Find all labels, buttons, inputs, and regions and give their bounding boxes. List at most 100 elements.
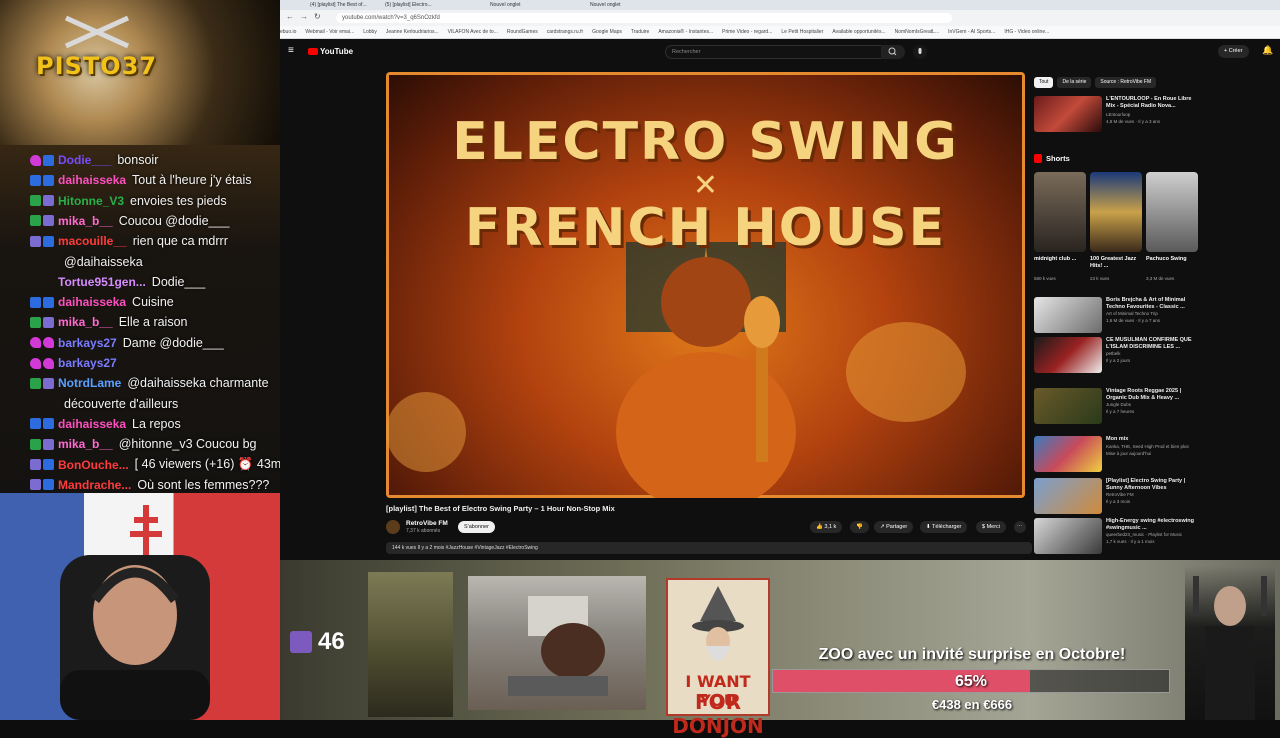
bookmark-item[interactable]: Google Maps (592, 26, 622, 38)
thanks-button[interactable]: $ Merci (976, 521, 1007, 533)
bookmark-item[interactable]: cardstrangs.ru.fr (547, 26, 583, 38)
chip-series[interactable]: De la série (1057, 77, 1092, 88)
star-badge-icon (43, 479, 54, 491)
chat-text: rien que ca mdrrr (132, 234, 228, 249)
donjon-poster: I WANT YOU FOR DONJON (666, 578, 770, 738)
recommended-video[interactable]: Vintage Roots Reggae 2025 | Organic Dub … (1034, 388, 1200, 424)
short-thumbnail[interactable] (1146, 172, 1198, 252)
bookmark-item[interactable]: Prime Video - regard... (722, 26, 772, 38)
channel-name[interactable]: RetroVibe FM (406, 520, 448, 527)
like-button[interactable]: 👍 3,1 k (810, 521, 843, 533)
viewer-count-value: 46 (318, 628, 345, 655)
youtube-logo-text: YouTube (320, 47, 354, 56)
gift-badge-icon (30, 235, 41, 247)
create-button[interactable]: + Créer (1218, 45, 1249, 58)
rec-title: Mon mix (1106, 436, 1129, 442)
video-thumbnail (1034, 297, 1102, 333)
gift-badge-icon (30, 479, 41, 491)
chat-text: envoies tes pieds (130, 193, 227, 208)
dislike-button[interactable]: 👎 (850, 521, 869, 533)
tab-3[interactable]: Nouvel onglet (490, 1, 550, 10)
video-title: [playlist] The Best of Electro Swing Par… (386, 504, 615, 513)
more-actions-button[interactable]: ⋯ (1014, 521, 1026, 533)
recommended-video[interactable]: Mon mix Kanka, THE, Seed High Prod et bi… (1034, 436, 1200, 472)
short-thumbnail[interactable] (1090, 172, 1142, 252)
mod-badge-icon (30, 215, 41, 227)
tab-bar: (4) [playlist] The Best of... (5) [playl… (280, 0, 1280, 10)
bookmark-item[interactable]: Webmail - Voir emai... (305, 26, 354, 38)
bookmark-item[interactable]: ebuo.io (280, 26, 296, 38)
menu-icon[interactable]: ≡ (288, 45, 294, 56)
chat-badges (0, 479, 58, 491)
channel-row: RetroVibe FM 7,37 k abonnés S'abonner 👍 … (386, 518, 1026, 538)
video-player[interactable]: ELECTRO SWING ✕ FRENCH HOUSE (386, 72, 1025, 498)
bookmark-item[interactable]: VILAFON Avec de to... (448, 26, 498, 38)
bookmark-item[interactable]: RoundGames (507, 26, 538, 38)
url-input[interactable]: youtube.com/watch?v=3_q6SnOzkfd (336, 13, 952, 23)
rec-views: Il y a 3 mois (1106, 499, 1131, 504)
chat-username: daihaisseka (58, 295, 127, 310)
star-badge-icon (30, 296, 41, 308)
chat-text: Dodie___ (151, 274, 206, 289)
recommended-video[interactable]: High-Energy swing #electroswing #swingmu… (1034, 518, 1200, 554)
download-button[interactable]: ⬇ Télécharger (920, 521, 968, 533)
bookmark-item[interactable]: InVGem - AI Sports... (948, 26, 995, 38)
rec-channel: RetroVibe FM (1106, 492, 1134, 497)
recommended-video[interactable]: [Playlist] Electro Swing Party | Sunny A… (1034, 478, 1200, 514)
search-input[interactable]: Rechercher (665, 45, 883, 59)
video-thumbnail (1034, 337, 1102, 373)
chat-badges (0, 377, 58, 389)
bookmark-item[interactable]: IHG - Video online... (1004, 26, 1049, 38)
bookmark-item[interactable]: Lobby (363, 26, 377, 38)
cartoon-scene (508, 596, 608, 696)
notifications-icon[interactable]: 🔔 (1262, 45, 1273, 56)
subscribe-button[interactable]: S'abonner (458, 521, 495, 533)
chat-username: Mandrache... (58, 477, 132, 492)
wizard-icon (692, 586, 744, 661)
bookmark-item[interactable]: Traduire (631, 26, 649, 38)
tab-4[interactable]: Nouvel onglet (590, 1, 650, 10)
short-title[interactable]: Pachuco Swing (1146, 256, 1198, 263)
video-description[interactable]: 144 k vues Il y a 2 mois #JazzHouse #Vin… (386, 542, 1032, 554)
bookmark-item[interactable]: Available opportunités... (832, 26, 885, 38)
video-thumbnail (1034, 436, 1102, 472)
gift-badge-icon (43, 316, 54, 328)
chat-username: mika_b__ (58, 315, 113, 330)
chat-text: découverte d'ailleurs (64, 396, 179, 411)
thumbnail-title-line2: FRENCH HOUSE (464, 198, 947, 258)
tab-1[interactable]: (4) [playlist] The Best of... (310, 1, 380, 10)
video-thumbnail (1034, 388, 1102, 424)
chat-text: bonsoir (117, 153, 159, 167)
share-button[interactable]: ↗ Partager (874, 521, 914, 533)
tab-2[interactable]: (5) [playlist] Electro... (385, 1, 465, 10)
search-button[interactable] (881, 45, 905, 59)
bookmark-item[interactable]: NomNomIsGreatL... (895, 26, 939, 38)
bookmarks-bar: ebuo.io Webmail - Voir emai... Lobby Jeanne… (280, 26, 1280, 39)
star-badge-icon (43, 235, 54, 247)
rec-channel: queerbed23_music · Playlist for Music (1106, 532, 1183, 537)
youtube-logo[interactable]: YouTube (308, 47, 353, 56)
chat-badges (0, 418, 58, 430)
gunman-figure (1193, 576, 1267, 720)
chip-source[interactable]: Source : RetroVibe FM (1095, 77, 1157, 88)
recommended-video[interactable]: L'ENTOURLOOP - En Roue Libre Mix - Spéci… (1034, 96, 1200, 132)
bookmark-item[interactable]: Jeanne Kerloudriarios... (386, 26, 439, 38)
chat-badges (0, 195, 58, 207)
reload-icon[interactable]: ↻ (314, 12, 321, 21)
chat-badges (0, 154, 58, 166)
back-icon[interactable]: ← (286, 12, 294, 21)
bookmark-item[interactable]: Amazonia® - Instantes... (658, 26, 713, 38)
short-title[interactable]: midnight club ... (1034, 256, 1086, 263)
mod-badge-icon (30, 438, 41, 450)
recommended-video[interactable]: CE MUSULMAN CONFIRME QUE L'ISLAM DISCRIM… (1034, 337, 1200, 373)
channel-avatar[interactable] (386, 520, 400, 534)
forward-icon[interactable]: → (300, 12, 308, 21)
short-thumbnail[interactable] (1034, 172, 1086, 252)
bookmark-item[interactable]: Le Petit Hospitalier (781, 26, 823, 38)
short-title[interactable]: 100 Greatest Jazz Hits! ... (1090, 256, 1142, 269)
rec-title: Vintage Roots Reggae 2025 | Organic Dub … (1106, 388, 1182, 401)
chip-all[interactable]: Tout (1034, 77, 1054, 88)
short-views: 23 k vues (1090, 276, 1110, 281)
mic-button[interactable] (913, 45, 927, 59)
recommended-video[interactable]: Boris Brejcha & Art of Minimal Techno Fa… (1034, 297, 1200, 333)
